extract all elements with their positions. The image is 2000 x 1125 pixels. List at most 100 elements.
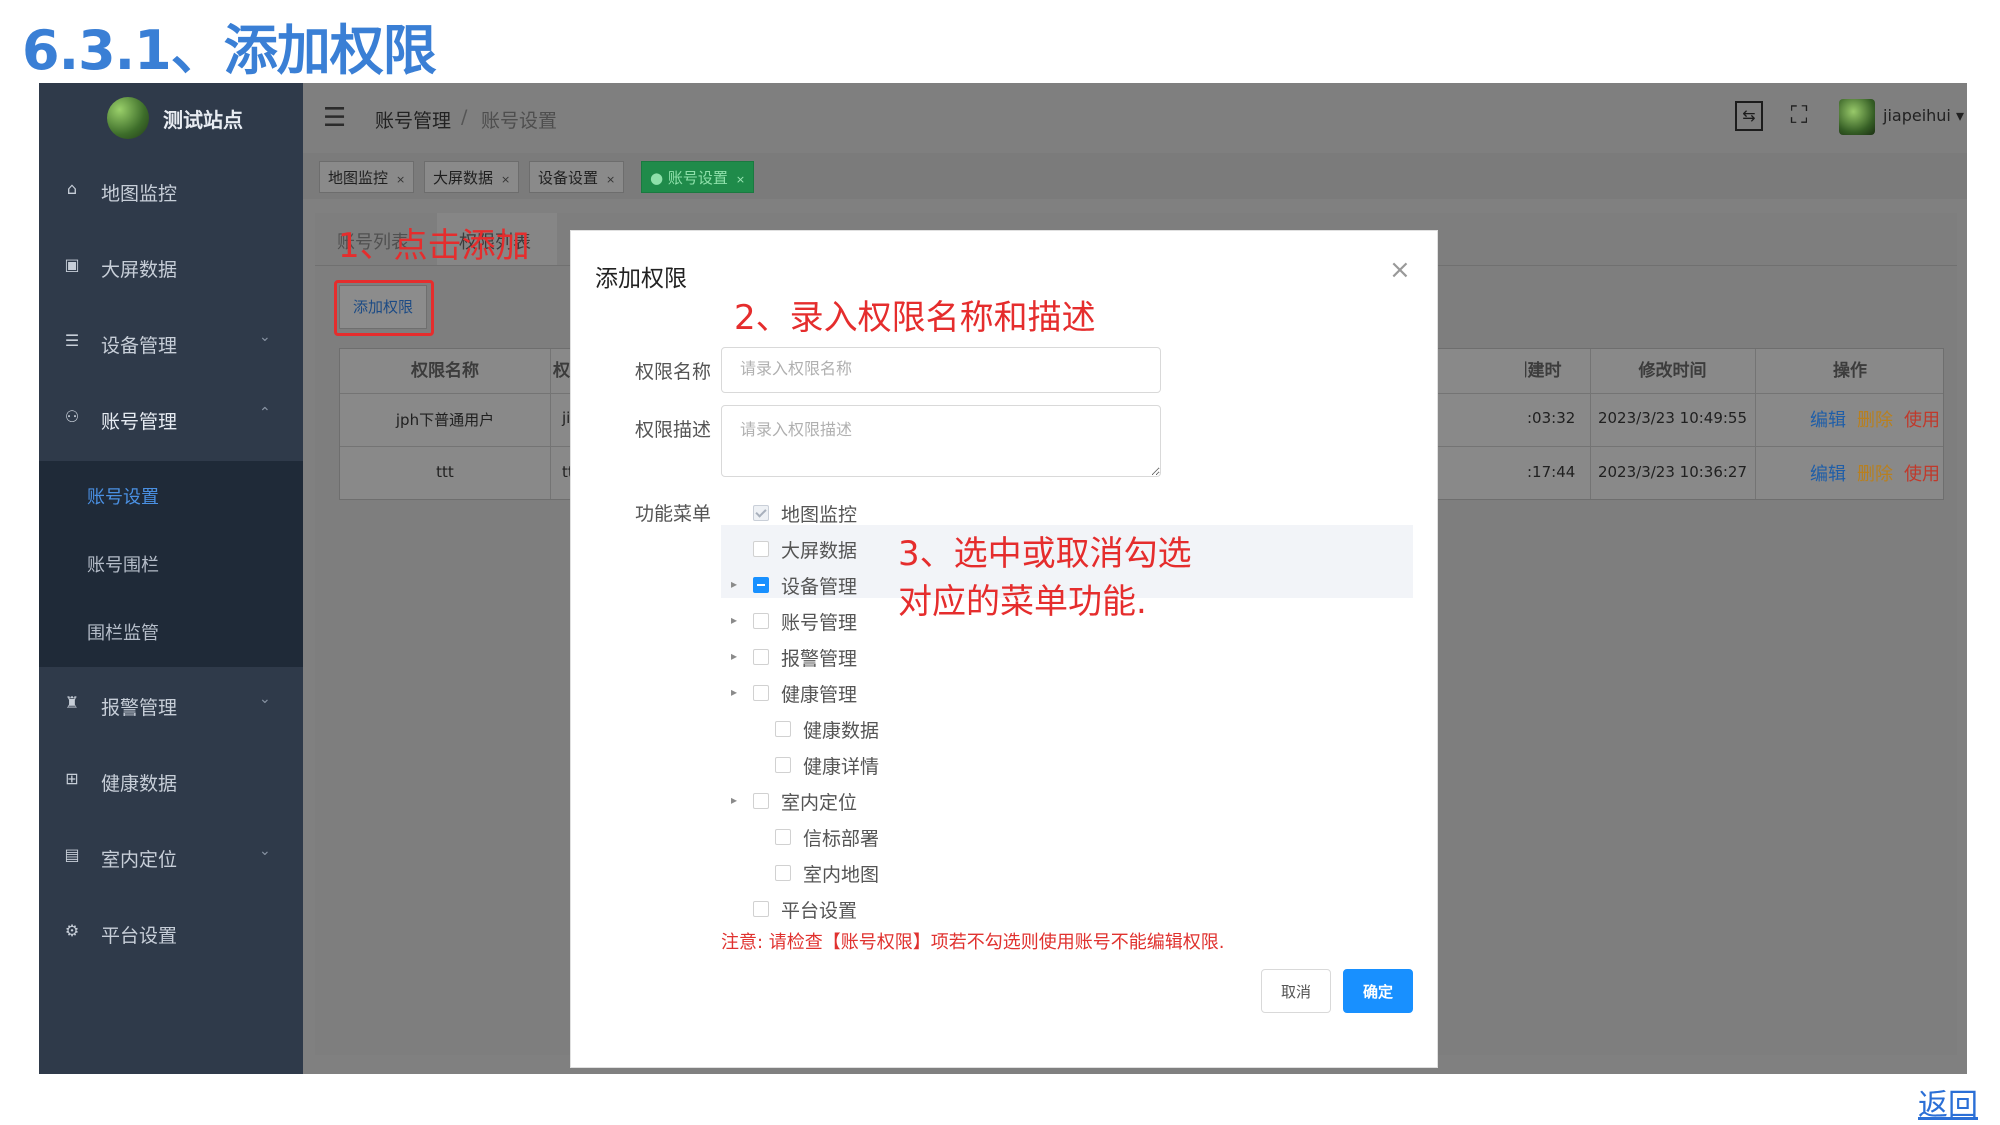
sidebar: 测试站点 ⌂ 地图监控 ▣ 大屏数据 ☰ 设备管理 ⌄ ⚇ 账号管理 ⌃ 账号设… (39, 83, 303, 1074)
permission-name-input[interactable] (721, 347, 1161, 393)
edit-link[interactable]: 编辑 (1810, 460, 1846, 486)
sidebar-item-label: 账号管理 (101, 411, 178, 433)
permission-desc-input[interactable] (721, 405, 1161, 477)
location-icon: ▤ (64, 845, 80, 864)
sidebar-item-map-monitor[interactable]: ⌂ 地图监控 (39, 153, 303, 229)
tag-account-settings[interactable]: ● 账号设置 × (641, 161, 755, 193)
site-name: 测试站点 (163, 108, 243, 132)
tree-checkbox[interactable] (775, 721, 791, 737)
use-link[interactable]: 使用 (1904, 460, 1940, 486)
site-logo (107, 97, 149, 139)
use-link[interactable]: 使用 (1904, 406, 1940, 432)
expand-arrow-icon[interactable]: ▸ (731, 685, 737, 699)
breadcrumb-item[interactable]: 账号管理 (375, 106, 451, 133)
tree-node-label: 报警管理 (781, 648, 858, 670)
expand-arrow-icon[interactable]: ▸ (731, 613, 737, 627)
menu-toggle-icon[interactable]: ☰ (323, 103, 346, 133)
cancel-button[interactable]: 取消 (1261, 969, 1331, 1013)
submenu-item-fence-supervision[interactable]: 围栏监管 (87, 619, 159, 645)
tree-checkbox[interactable] (753, 577, 769, 593)
tree-node-label: 信标部署 (803, 828, 880, 850)
tag-device-settings[interactable]: 设备设置 × (529, 161, 625, 193)
highlight-box (334, 280, 434, 336)
add-permission-dialog: 添加权限 × 权限名称 权限描述 功能菜单 注意: 请检查【账号权限】项若不勾选… (570, 230, 1438, 1068)
notice-text: 注意: 请检查【账号权限】项若不勾选则使用账号不能编辑权限. (721, 932, 1225, 953)
sidebar-item-platform-settings[interactable]: ⚙ 平台设置 (39, 895, 303, 971)
expand-arrow-icon[interactable]: ▸ (731, 649, 737, 663)
edit-link[interactable]: 编辑 (1810, 406, 1846, 432)
tree-checkbox[interactable] (753, 613, 769, 629)
sidebar-item-label: 地图监控 (101, 183, 178, 205)
permission-desc-label: 权限描述 (635, 419, 712, 441)
org-icon: ⚇ (64, 407, 80, 426)
chevron-up-icon: ⌃ (259, 405, 271, 421)
tag-label: 设备设置 (538, 169, 599, 187)
switch-icon[interactable]: ⇆ (1735, 101, 1763, 131)
submenu-item-account-fence[interactable]: 账号围栏 (87, 551, 159, 577)
table-cell: jph下普通用户 (395, 411, 495, 429)
column-header: 修改时间 (1638, 361, 1707, 381)
annotation-step-1: 1、点击添加 (338, 226, 530, 266)
close-icon[interactable]: × (736, 173, 745, 186)
health-icon: ⊞ (65, 769, 79, 788)
sidebar-item-label: 室内定位 (101, 849, 178, 871)
tree-checkbox[interactable] (753, 901, 769, 917)
tree-node-label: 室内地图 (803, 864, 880, 886)
sidebar-item-label: 设备管理 (101, 335, 178, 357)
close-icon[interactable]: × (1389, 255, 1411, 285)
table-cell: :03:32 (1527, 409, 1576, 427)
back-link[interactable]: 返回 (1918, 1080, 1978, 1124)
sidebar-item-device[interactable]: ☰ 设备管理 ⌄ (39, 305, 303, 381)
chevron-down-icon: ⌄ (259, 691, 271, 707)
device-icon: ☰ (64, 331, 80, 350)
slide-title: 6.3.1、添加权限 (22, 19, 437, 82)
sidebar-item-big-screen[interactable]: ▣ 大屏数据 (39, 229, 303, 305)
user-menu[interactable]: jiapeihui ▾ (1883, 106, 1964, 125)
delete-link[interactable]: 删除 (1857, 406, 1893, 432)
close-icon[interactable]: × (501, 173, 510, 186)
tree-node-label: 大屏数据 (781, 540, 858, 562)
tree-checkbox[interactable] (753, 541, 769, 557)
tree-node-label: 健康数据 (803, 720, 880, 742)
close-icon[interactable]: × (606, 173, 615, 186)
confirm-button[interactable]: 确定 (1343, 969, 1413, 1013)
submenu-item-account-settings[interactable]: 账号设置 (87, 483, 159, 509)
fullscreen-icon[interactable]: ⛶ (1785, 101, 1813, 129)
annotation-step-3-line1: 3、选中或取消勾选 (898, 534, 1192, 574)
tree-checkbox[interactable] (775, 829, 791, 845)
sidebar-item-health[interactable]: ⊞ 健康数据 (39, 743, 303, 819)
tree-checkbox[interactable] (775, 865, 791, 881)
sidebar-item-alarm[interactable]: ♜ 报警管理 ⌄ (39, 667, 303, 743)
table-cell: 2023/3/23 10:49:55 (1597, 409, 1748, 427)
tree-checkbox[interactable] (753, 649, 769, 665)
tag-big-screen[interactable]: 大屏数据 × (424, 161, 520, 193)
expand-arrow-icon[interactable]: ▸ (731, 793, 737, 807)
expand-arrow-icon[interactable]: ▸ (731, 577, 737, 591)
annotation-step-2: 2、录入权限名称和描述 (734, 298, 1096, 338)
function-menu-label: 功能菜单 (635, 503, 712, 525)
sidebar-item-indoor-location[interactable]: ▤ 室内定位 ⌄ (39, 819, 303, 895)
tree-checkbox[interactable] (753, 685, 769, 701)
topbar: ☰ 账号管理 / 账号设置 ⇆ ⛶ jiapeihui ▾ (303, 83, 1967, 153)
column-divider (1755, 349, 1756, 499)
tag-map-monitor[interactable]: 地图监控 × (319, 161, 415, 193)
column-header: 操作 (1833, 361, 1867, 381)
tree-node-label: 平台设置 (781, 900, 858, 922)
tree-checkbox[interactable] (775, 757, 791, 773)
sidebar-item-account[interactable]: ⚇ 账号管理 ⌃ (39, 381, 303, 457)
sidebar-item-label: 平台设置 (101, 925, 178, 947)
account-submenu: 账号设置 账号围栏 围栏监管 (39, 461, 303, 667)
logo-row[interactable]: 测试站点 (39, 83, 303, 153)
close-icon[interactable]: × (396, 173, 405, 186)
tree-checkbox (753, 505, 769, 521)
table-cell: :17:44 (1527, 463, 1576, 481)
breadcrumb-current: 账号设置 (481, 110, 558, 132)
tree-checkbox[interactable] (753, 793, 769, 809)
tree-node-label: 账号管理 (781, 612, 858, 634)
delete-link[interactable]: 删除 (1857, 460, 1893, 486)
tree-node-label: 地图监控 (781, 504, 858, 526)
chevron-down-icon: ⌄ (259, 329, 271, 345)
sidebar-item-label: 健康数据 (101, 773, 178, 795)
tree-node-label: 室内定位 (781, 792, 858, 814)
avatar[interactable] (1839, 99, 1875, 135)
